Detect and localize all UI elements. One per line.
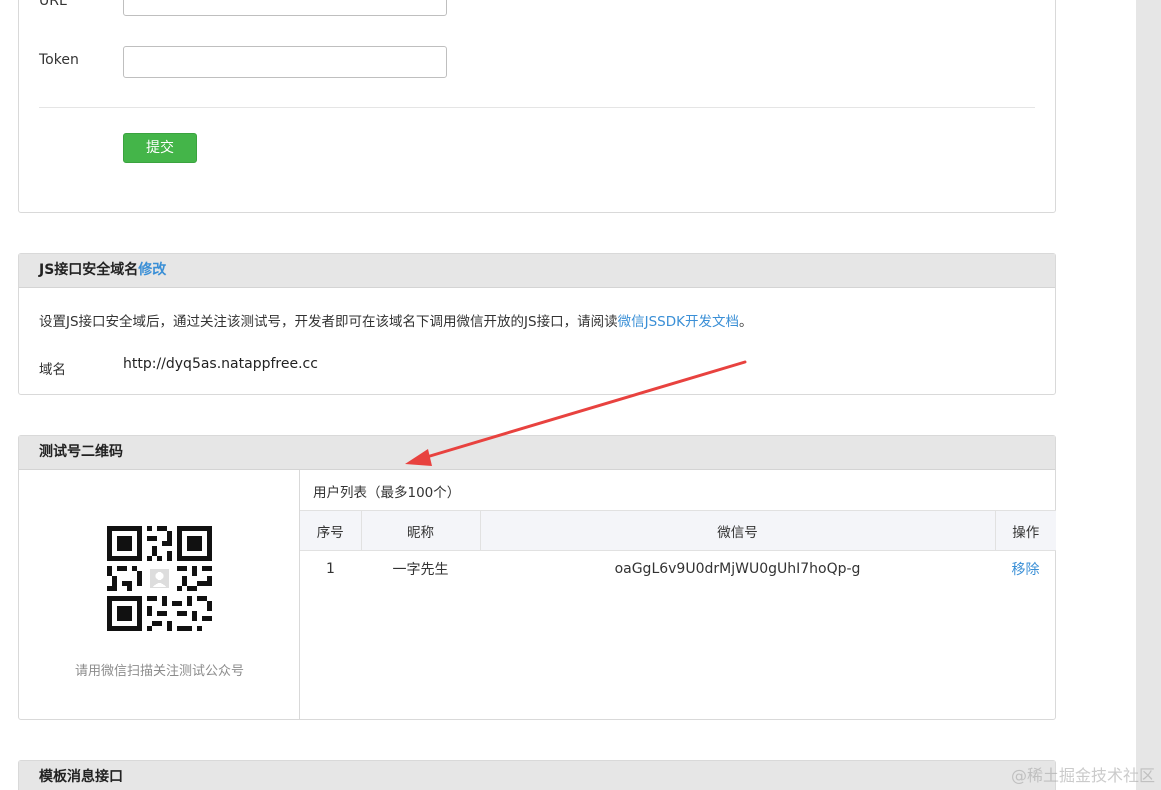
- column-header-index: 序号: [300, 510, 362, 551]
- page-scrollbar[interactable]: [1136, 0, 1161, 790]
- form-divider: [39, 107, 1035, 108]
- domain-label: 域名: [39, 362, 66, 378]
- qr-code-image: [107, 526, 212, 631]
- remove-user-link[interactable]: 移除: [1012, 562, 1040, 578]
- column-header-wechat-id: 微信号: [480, 510, 996, 551]
- user-list-title: 用户列表（最多100个）: [313, 485, 461, 501]
- url-input[interactable]: [123, 0, 447, 16]
- column-header-nickname: 昵称: [361, 510, 481, 551]
- watermark: @稀土掘金技术社区: [1010, 766, 1155, 785]
- table-row: 1 一字先生 oaGgL6v9U0drMjWU0gUhI7hoQp-g 移除: [300, 551, 1056, 587]
- row-nickname: 一字先生: [392, 561, 449, 578]
- submit-button[interactable]: 提交: [123, 133, 197, 163]
- js-domain-description: 设置JS接口安全域后，通过关注该测试号，开发者即可在该域名下调用微信开放的JS接…: [39, 310, 752, 330]
- js-domain-description-end: 。: [738, 314, 753, 330]
- js-domain-description-text: 设置JS接口安全域后，通过关注该测试号，开发者即可在该域名下调用微信开放的JS接…: [39, 314, 618, 330]
- token-input[interactable]: [123, 46, 447, 78]
- domain-value: http://dyq5as.natappfree.cc: [123, 356, 318, 372]
- template-message-header: 模板消息接口: [19, 761, 1055, 790]
- user-table-header-row: 序号 昵称 微信号 操作: [300, 510, 1056, 551]
- server-config-panel: URL Token 提交: [18, 0, 1056, 213]
- qr-code-area: 请用微信扫描关注测试公众号: [19, 470, 300, 719]
- test-account-qr-panel: 测试号二维码 请用微信扫描关注测试公众号 用户列表（最多100个） 序号 昵称 …: [18, 435, 1056, 720]
- qr-panel-title: 测试号二维码: [39, 444, 123, 460]
- jssdk-doc-link[interactable]: 微信JSSDK开发文档: [618, 314, 739, 330]
- qr-panel-header: 测试号二维码: [19, 436, 1055, 470]
- template-message-title: 模板消息接口: [39, 769, 123, 785]
- js-domain-edit-link[interactable]: 修改: [138, 262, 166, 278]
- column-header-action: 操作: [995, 510, 1056, 551]
- js-domain-header: JS接口安全域名修改: [19, 254, 1055, 288]
- row-wechat-id: oaGgL6v9U0drMjWU0gUhI7hoQp-g: [614, 560, 861, 577]
- qr-scan-hint: 请用微信扫描关注测试公众号: [74, 664, 244, 679]
- template-message-panel: 模板消息接口: [18, 760, 1056, 790]
- js-domain-title: JS接口安全域名: [39, 262, 139, 278]
- url-label: URL: [39, 0, 67, 9]
- row-index: 1: [326, 560, 335, 577]
- js-domain-panel: JS接口安全域名修改 设置JS接口安全域后，通过关注该测试号，开发者即可在该域名…: [18, 253, 1056, 395]
- token-label: Token: [39, 52, 79, 68]
- user-table: 序号 昵称 微信号 操作 1 一字先生 oaGgL6v9U0drMjWU0gUh…: [300, 510, 1056, 587]
